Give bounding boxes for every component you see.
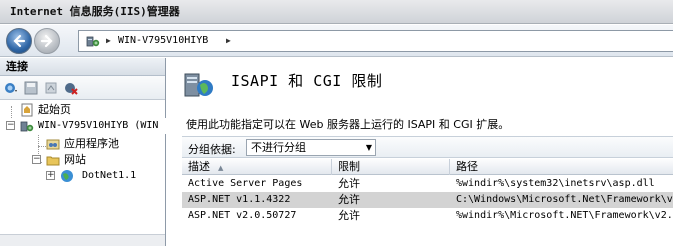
chevron-down-icon[interactable]: ▼ — [366, 140, 372, 155]
table-header: 描述 ▲ 限制 路径 — [182, 159, 673, 175]
window-title: Internet 信息服务(IIS)管理器 — [0, 0, 673, 24]
column-header-path[interactable]: 路径 — [450, 159, 673, 175]
address-segment[interactable]: WIN-V795V10HIYB — [118, 31, 208, 51]
column-header-description[interactable]: 描述 ▲ — [182, 159, 332, 175]
connections-pane: 连接 起始页 − WIN-V795V10HIYB (WIN 应用程序池 − 网站… — [0, 58, 166, 246]
group-by-bar: 分组依据: 不进行分组 ▼ — [182, 136, 673, 158]
save-icon[interactable] — [24, 81, 38, 95]
tree-item-server[interactable]: − WIN-V795V10HIYB (WIN — [6, 118, 166, 134]
tree-item-label: 网站 — [64, 153, 86, 166]
disconnect-icon[interactable] — [64, 81, 78, 95]
server-icon — [86, 36, 100, 47]
forward-arrow-icon — [40, 34, 53, 48]
collapse-toggle[interactable]: − — [6, 121, 15, 130]
server-icon — [20, 121, 34, 132]
column-header-restriction[interactable]: 限制 — [332, 159, 450, 175]
app-pool-icon — [46, 139, 60, 150]
sort-ascending-icon: ▲ — [218, 164, 224, 172]
up-icon[interactable] — [44, 81, 58, 95]
cell-restriction: 允许 — [338, 177, 360, 190]
home-icon — [21, 103, 33, 117]
tree-item-label: WIN-V795V10HIYB (WIN — [38, 120, 159, 131]
address-bar[interactable]: ▶ WIN-V795V10HIYB ▶ — [78, 30, 673, 52]
main-pane: ISAPI 和 CGI 限制 使用此功能指定可以在 Web 服务器上运行的 IS… — [167, 58, 673, 246]
cell-path: %windir%\system32\inetsrv\asp.dll — [456, 178, 655, 189]
table-row[interactable]: ASP.NET v2.0.50727 允许 %windir%\Microsoft… — [182, 208, 673, 224]
group-by-value: 不进行分组 — [251, 141, 306, 154]
cell-restriction: 允许 — [338, 209, 360, 222]
back-button[interactable] — [6, 28, 32, 54]
cell-description: Active Server Pages — [188, 178, 303, 189]
table-row[interactable]: ASP.NET v1.1.4322 允许 C:\Windows\Microsof… — [182, 192, 673, 208]
page-description: 使用此功能指定可以在 Web 服务器上运行的 ISAPI 和 CGI 扩展。 — [186, 118, 510, 131]
isapi-cgi-icon — [184, 73, 213, 97]
isapi-cgi-table: 描述 ▲ 限制 路径 Active Server Pages 允许 %windir… — [182, 159, 673, 246]
folder-icon — [46, 156, 60, 166]
connections-tree: 起始页 − WIN-V795V10HIYB (WIN 应用程序池 − 网站 + … — [0, 100, 166, 246]
group-by-select[interactable]: 不进行分组 ▼ — [246, 139, 376, 156]
connect-icon[interactable] — [4, 81, 18, 95]
connections-header: 连接 — [0, 58, 165, 76]
table-row[interactable]: Active Server Pages 允许 %windir%\system32… — [182, 176, 673, 192]
tree-item-label: 起始页 — [38, 103, 71, 116]
cell-description: ASP.NET v1.1.4322 — [188, 194, 291, 205]
horizontal-scrollbar[interactable] — [0, 234, 165, 246]
tree-item-label: DotNet1.1 — [82, 170, 137, 181]
address-separator[interactable]: ▶ — [106, 31, 111, 51]
globe-icon — [61, 170, 73, 182]
cell-path: %windir%\Microsoft.NET\Framework\v2. — [456, 210, 673, 221]
back-arrow-icon — [13, 34, 26, 48]
collapse-toggle[interactable]: − — [32, 155, 41, 164]
cell-restriction: 允许 — [338, 193, 360, 206]
tree-item-label: 应用程序池 — [64, 137, 119, 150]
navigation-bar: ▶ WIN-V795V10HIYB ▶ — [0, 25, 673, 57]
expand-toggle[interactable]: + — [46, 171, 55, 180]
group-by-label: 分组依据: — [188, 143, 236, 156]
page-title: ISAPI 和 CGI 限制 — [231, 72, 383, 90]
connections-toolbar — [0, 76, 165, 100]
cell-description: ASP.NET v2.0.50727 — [188, 210, 297, 221]
forward-button[interactable] — [34, 28, 60, 54]
address-separator[interactable]: ▶ — [226, 31, 231, 51]
cell-path: C:\Windows\Microsoft.Net\Framework\v — [456, 194, 673, 205]
